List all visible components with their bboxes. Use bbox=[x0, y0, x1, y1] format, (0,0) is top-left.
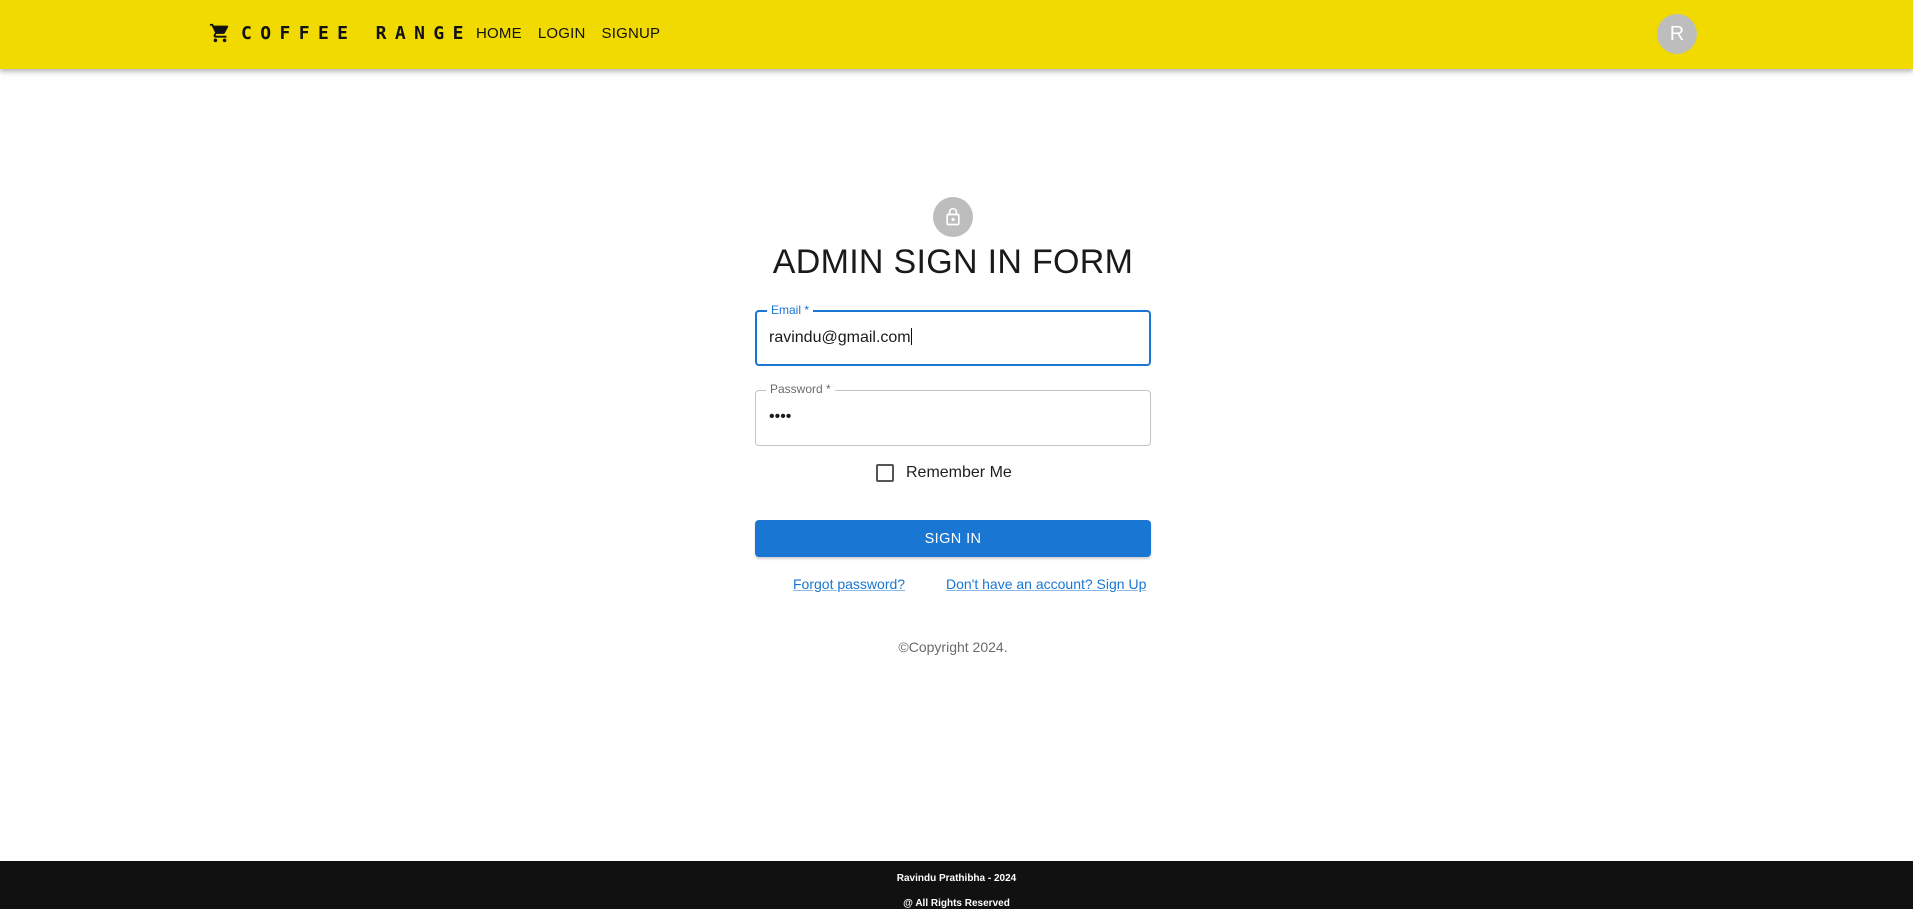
email-label: Email * bbox=[767, 303, 814, 317]
password-label: Password * bbox=[766, 382, 835, 396]
email-value: ravindu@gmail.com bbox=[769, 329, 911, 346]
form-title: ADMIN SIGN IN FORM bbox=[772, 243, 1134, 281]
email-input[interactable]: ravindu@gmail.com bbox=[769, 328, 1129, 347]
sign-up-link[interactable]: Don't have an account? Sign Up bbox=[946, 576, 1146, 592]
brand-name: COFFEE RANGE bbox=[241, 22, 472, 44]
text-caret bbox=[910, 328, 912, 345]
footer-author: Ravindu Prathibha - 2024 bbox=[896, 873, 1017, 884]
password-field[interactable]: Password * •••• bbox=[755, 382, 1151, 446]
lock-icon bbox=[946, 207, 960, 226]
lock-avatar bbox=[933, 197, 973, 237]
page-footer: Ravindu Prathibha - 2024 @ All Rights Re… bbox=[0, 861, 1913, 909]
shopping-cart-icon bbox=[209, 23, 229, 43]
brand[interactable]: COFFEE RANGE bbox=[209, 20, 472, 46]
forgot-password-link[interactable]: Forgot password? bbox=[793, 576, 905, 592]
footer-rights: @ All Rights Reserved bbox=[903, 898, 1010, 909]
remember-me[interactable]: Remember Me bbox=[876, 464, 1012, 482]
main-nav: HOME LOGIN SIGNUP bbox=[476, 24, 676, 44]
sign-in-button[interactable]: SIGN IN bbox=[755, 520, 1151, 557]
nav-home-link[interactable]: HOME bbox=[476, 24, 522, 44]
user-avatar[interactable]: R bbox=[1657, 14, 1697, 54]
nav-signup-link[interactable]: SIGNUP bbox=[602, 24, 661, 44]
email-field[interactable]: Email * ravindu@gmail.com bbox=[755, 303, 1151, 366]
copyright-text: ©Copyright 2024. bbox=[898, 639, 1008, 655]
password-input[interactable]: •••• bbox=[769, 408, 1129, 426]
remember-me-label: Remember Me bbox=[906, 464, 1012, 481]
nav-login-link[interactable]: LOGIN bbox=[538, 24, 586, 44]
app-bar: COFFEE RANGE HOME LOGIN SIGNUP R bbox=[0, 0, 1913, 69]
remember-me-checkbox[interactable] bbox=[876, 464, 894, 482]
